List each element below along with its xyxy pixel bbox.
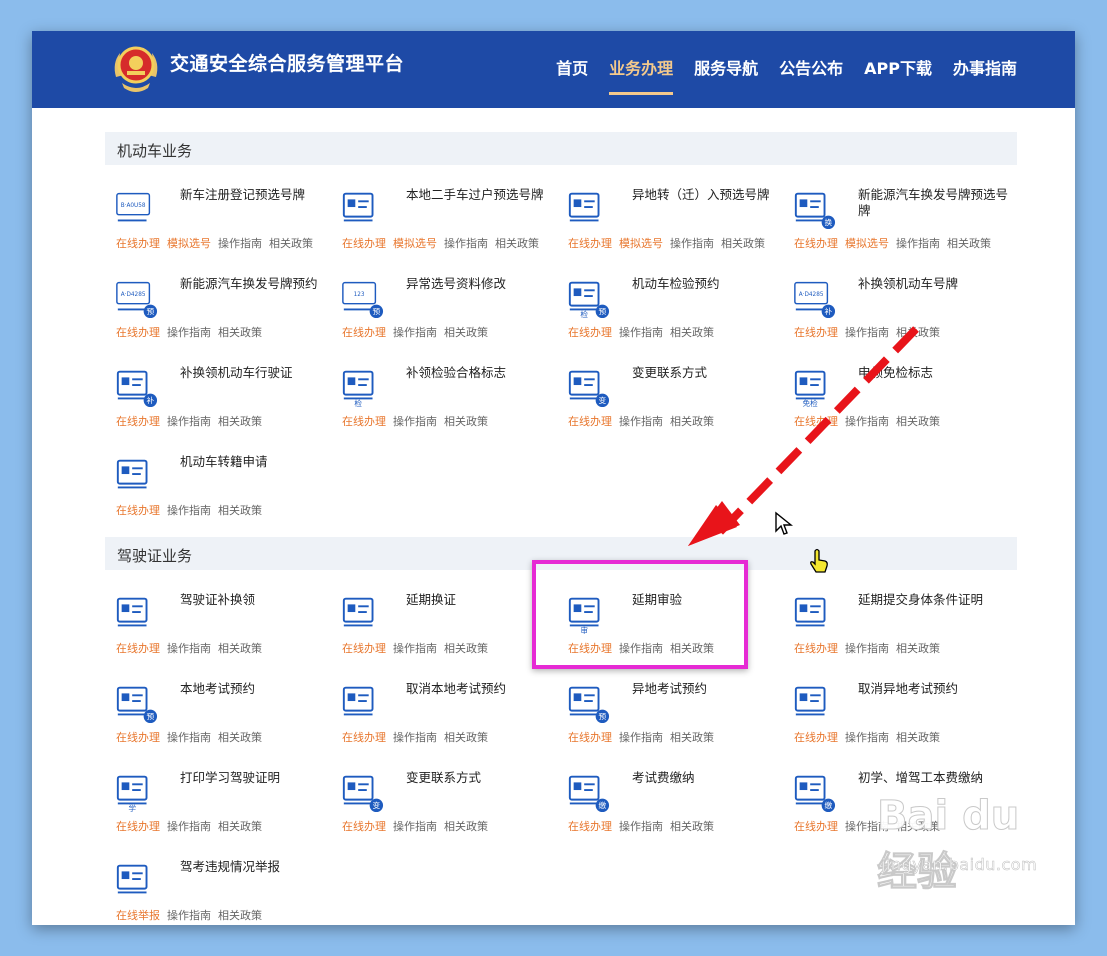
browser-page: 交通安全综合服务管理平台 首页 业务办理 服务导航 公告公布 APP下载 办事指…	[32, 31, 1075, 925]
hand-cursor-icon	[810, 548, 828, 573]
red-dashed-arrow	[688, 326, 919, 546]
watermark-logo: Bai du 经验	[877, 793, 1020, 896]
baidu-jingyan-watermark: Bai du 经验 jingyan.baidu.com	[837, 793, 1047, 903]
watermark-url: jingyan.baidu.com	[881, 855, 1038, 875]
arrow-cursor-icon	[775, 511, 793, 535]
